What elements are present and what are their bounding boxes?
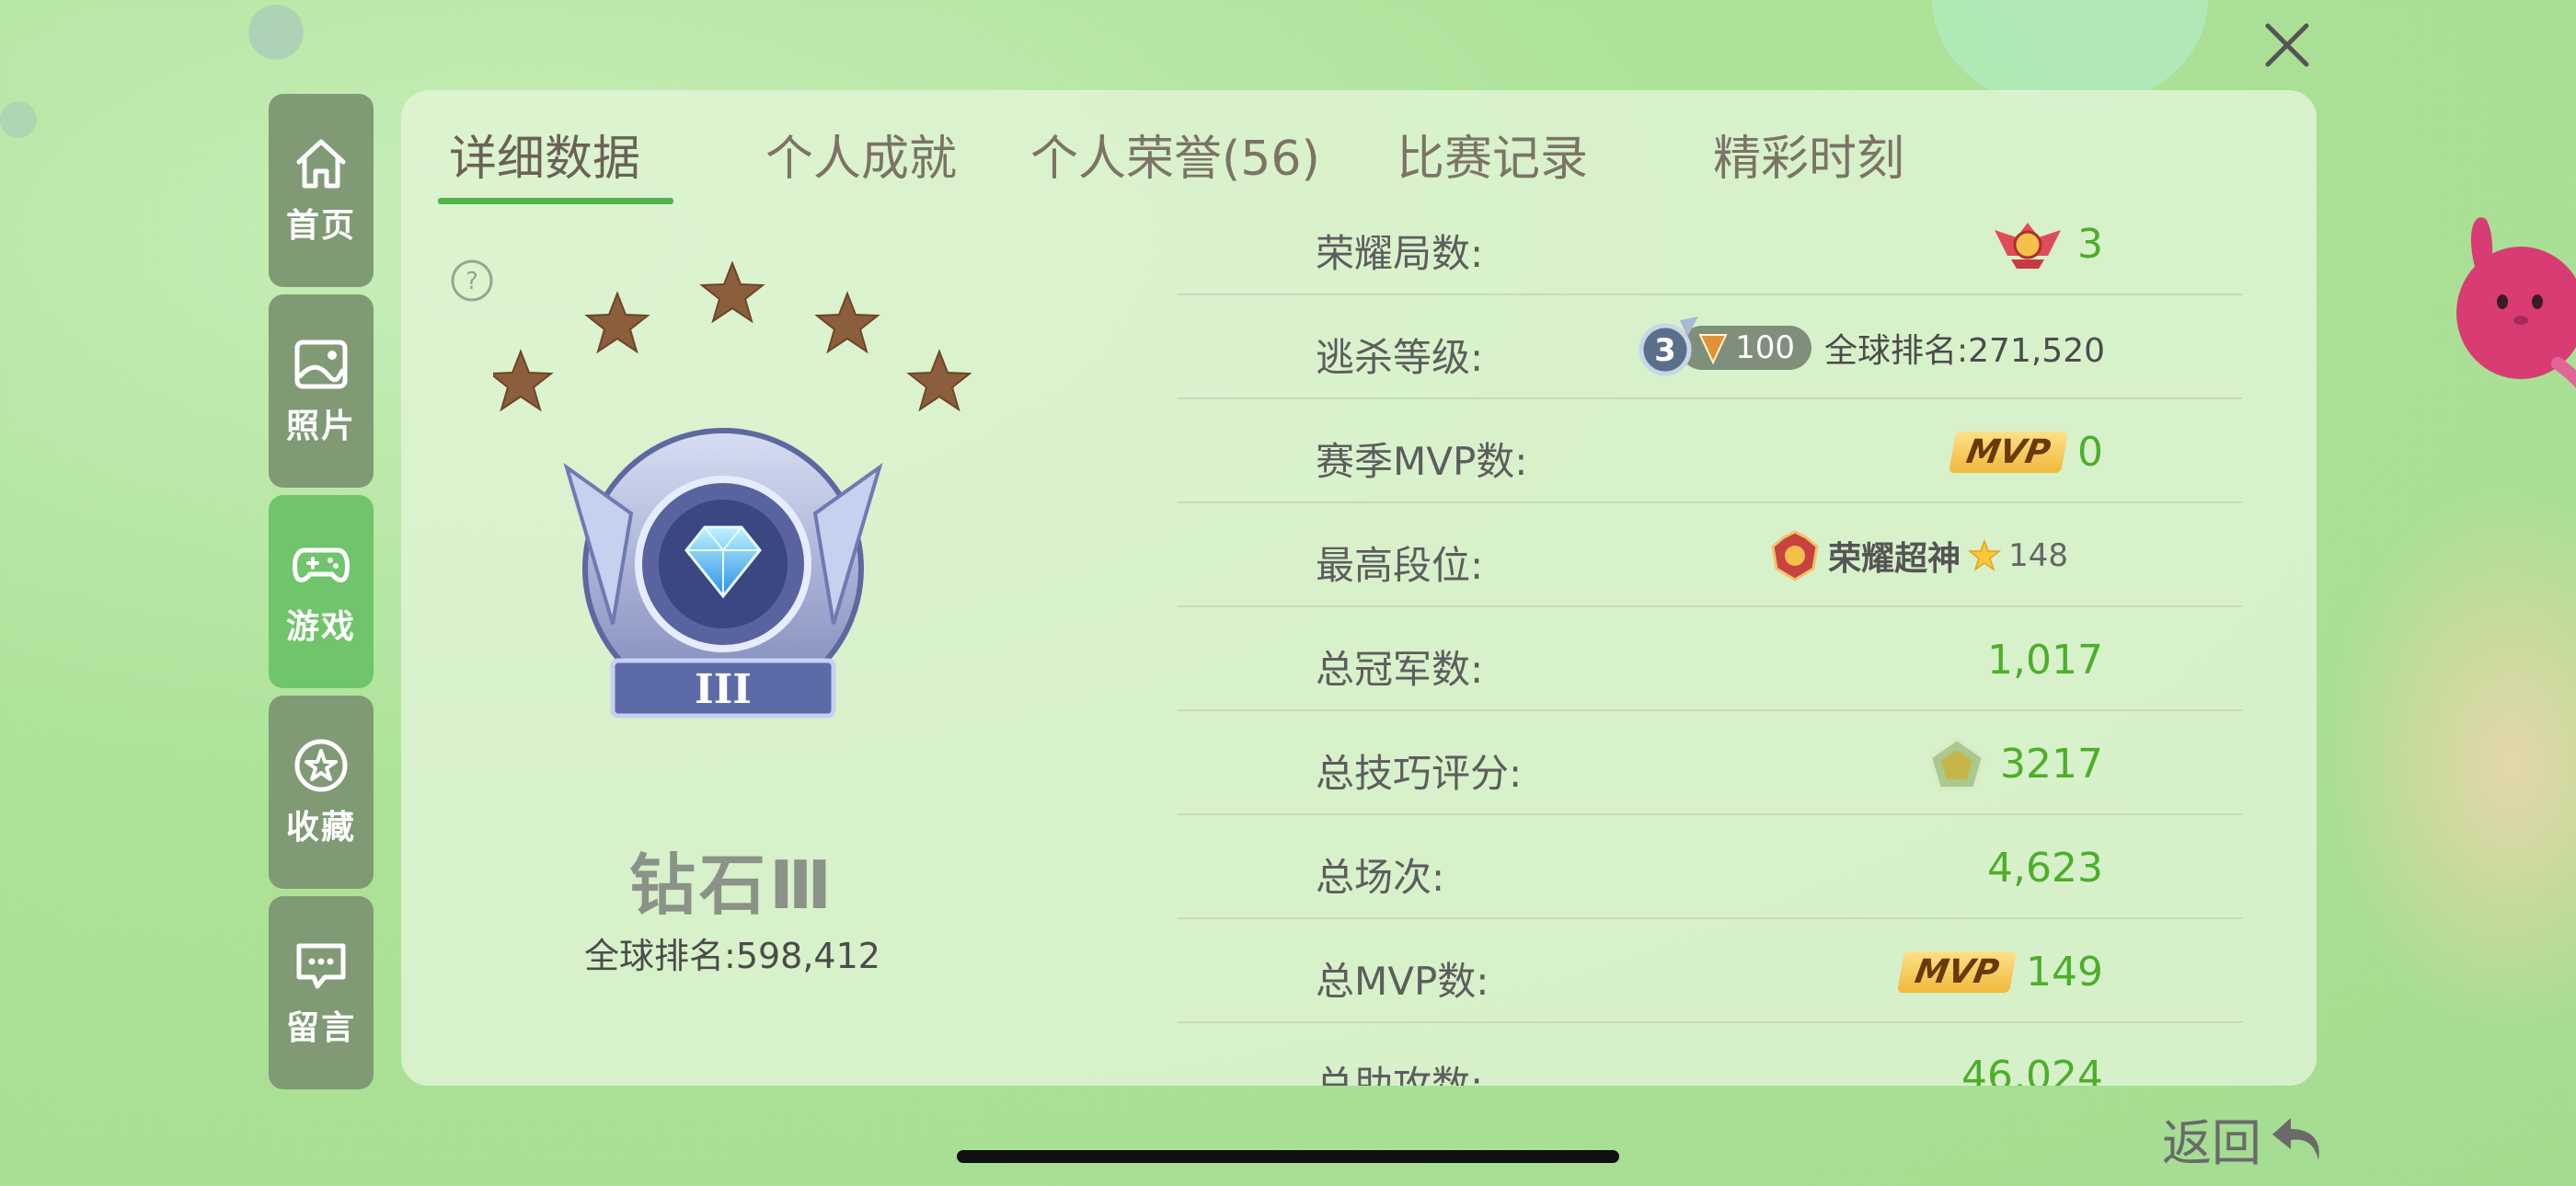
- stat-row-total-skill: 总技巧评分: 3217: [1178, 711, 2243, 815]
- sidebar-item-photos[interactable]: 照片: [269, 294, 374, 488]
- stat-value: 149: [2026, 948, 2103, 996]
- stat-value: 1,017: [1987, 636, 2103, 684]
- stat-row-glory-games: 荣耀局数: 3: [1178, 191, 2243, 295]
- stat-row-total-games: 总场次: 4,623: [1178, 815, 2243, 919]
- tab-match-history[interactable]: 比赛记录: [1397, 120, 1588, 189]
- highest-tier-stars: 148: [2008, 537, 2068, 574]
- svg-text:3: 3: [1654, 332, 1676, 369]
- sidebar-item-label: 首页: [285, 207, 356, 245]
- skill-rating-icon: [1927, 736, 1986, 790]
- rank-star-icon: [814, 291, 880, 354]
- escape-level-badge-icon: 3: [1639, 317, 1699, 376]
- sidebar-item-games[interactable]: 游戏: [269, 495, 374, 688]
- background-blob: [248, 5, 304, 60]
- rank-global-ranking: 全球排名:598,412: [584, 936, 880, 976]
- profile-panel: 详细数据 个人成就 个人荣誉(56) 比赛记录 精彩时刻 ? III 钻石Ⅲ 全…: [401, 90, 2317, 1086]
- active-tab-indicator: [438, 198, 673, 204]
- background-blob: [2318, 478, 2576, 1049]
- stat-label: 赛季MVP数:: [1316, 439, 1528, 484]
- stat-label: 总MVP数:: [1316, 959, 1489, 1004]
- tab-bar: 详细数据 个人成就 个人荣誉(56) 比赛记录 精彩时刻: [401, 110, 2149, 204]
- sidebar-nav: 首页 照片 游戏 收藏 留言: [269, 94, 374, 1097]
- stat-label: 荣耀局数:: [1316, 231, 1484, 276]
- stat-value: 3217: [2000, 740, 2103, 788]
- tab-detailed-data[interactable]: 详细数据: [449, 120, 640, 189]
- sidebar-item-label: 留言: [285, 1009, 356, 1047]
- rank-star-icon: [699, 260, 765, 324]
- back-button[interactable]: 返回: [2162, 1102, 2326, 1175]
- sidebar-item-home[interactable]: 首页: [269, 94, 374, 287]
- mascot-character-icon: [2456, 217, 2576, 389]
- stat-row-highest-tier: 最高段位: 荣耀超神 148: [1178, 503, 2243, 607]
- sidebar-item-favorites[interactable]: 收藏: [269, 696, 374, 889]
- sidebar-item-label: 收藏: [285, 809, 356, 846]
- rank-star-icon: [493, 349, 554, 412]
- rank-star-icon: [584, 291, 650, 354]
- photo-icon: [294, 340, 348, 389]
- back-label: 返回: [2162, 1114, 2261, 1172]
- stat-row-escape-level: 逃杀等级: 3 100 全球排名:271,520: [1178, 295, 2243, 399]
- stat-row-total-mvp: 总MVP数: MVP 149: [1178, 919, 2243, 1023]
- stat-row-total-assists: 总助攻数: 46,024: [1178, 1023, 2243, 1087]
- stat-label: 逃杀等级:: [1316, 335, 1484, 380]
- rank-star-icon: [906, 349, 972, 412]
- diamond-rank-badge-icon: III: [563, 428, 883, 719]
- svg-text:?: ?: [466, 268, 478, 295]
- glory-badge-icon: [1995, 223, 2061, 269]
- stat-label: 总技巧评分:: [1316, 751, 1523, 796]
- stat-value: 46,024: [1961, 1052, 2103, 1087]
- stat-label: 总冠军数:: [1316, 647, 1484, 692]
- stat-label: 最高段位:: [1316, 543, 1484, 588]
- gamepad-icon: [293, 547, 350, 582]
- tab-highlights[interactable]: 精彩时刻: [1713, 120, 1904, 189]
- message-icon: [296, 943, 346, 989]
- highest-tier-badge-icon: [1771, 530, 1819, 581]
- back-arrow-icon: [2272, 1117, 2319, 1160]
- stat-row-season-mvp: 赛季MVP数: MVP 0: [1178, 399, 2243, 503]
- close-icon: [2265, 23, 2309, 67]
- home-indicator: [957, 1150, 1619, 1163]
- stat-value: 0: [2077, 428, 2103, 476]
- tab-achievements[interactable]: 个人成就: [765, 120, 957, 189]
- mvp-tag: MVP: [1896, 950, 2017, 993]
- tab-honors[interactable]: 个人荣誉(56): [1030, 120, 1320, 189]
- help-icon[interactable]: ?: [449, 258, 495, 304]
- star-icon: [1968, 539, 2002, 571]
- stat-row-total-champions: 总冠军数: 1,017: [1178, 607, 2243, 711]
- stat-label: 总场次:: [1316, 855, 1445, 900]
- mvp-tag: MVP: [1948, 431, 2068, 473]
- escape-sub-level: 100: [1735, 329, 1795, 366]
- highest-tier-name: 荣耀超神: [1828, 540, 1961, 578]
- sidebar-item-label: 照片: [285, 408, 356, 445]
- svg-text:III: III: [695, 666, 752, 713]
- escape-global-rank: 全球排名:271,520: [1824, 332, 2105, 370]
- stat-label: 总助攻数:: [1316, 1063, 1484, 1086]
- stat-value: 4,623: [1987, 844, 2103, 892]
- home-icon: [296, 139, 346, 189]
- rank-name: 钻石Ⅲ: [628, 846, 836, 924]
- sidebar-item-messages[interactable]: 留言: [269, 896, 374, 1089]
- background-blob: [0, 101, 37, 138]
- stats-list: 荣耀局数: 3 逃杀等级: 3 100 全球排名:271,520 赛季MVP数:…: [1178, 191, 2243, 1086]
- sidebar-item-label: 游戏: [285, 608, 356, 646]
- stat-value: 3: [2077, 220, 2103, 268]
- close-button[interactable]: [2259, 17, 2316, 74]
- star-icon: [294, 739, 348, 792]
